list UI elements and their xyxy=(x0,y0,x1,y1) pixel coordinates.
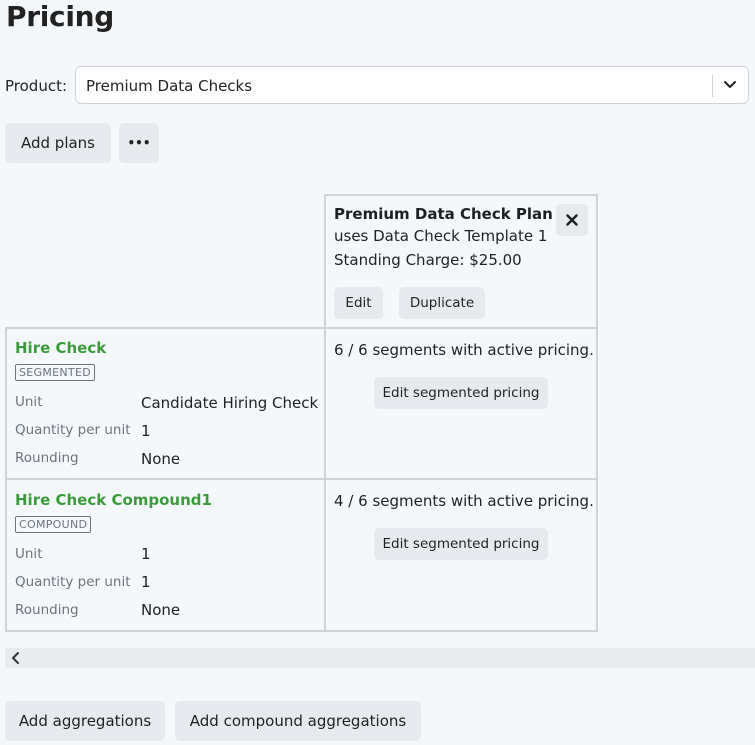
add-aggregations-button[interactable]: Add aggregations xyxy=(5,701,165,741)
product-label: Product: xyxy=(5,77,68,95)
unit-value: 1 xyxy=(141,545,151,563)
aggregation-type-badge: SEGMENTED xyxy=(15,364,95,381)
unit-label: Unit xyxy=(15,546,43,562)
unit-value: Candidate Hiring Check xyxy=(141,394,319,412)
edit-segmented-pricing-button[interactable]: Edit segmented pricing xyxy=(374,528,548,560)
unit-label: Unit xyxy=(15,394,43,410)
grid-border xyxy=(5,327,598,329)
grid-border xyxy=(596,194,598,632)
aggregation-name[interactable]: Hire Check Compound1 xyxy=(15,491,212,509)
product-select[interactable]: Premium Data Checks xyxy=(75,66,749,104)
aggregation-name[interactable]: Hire Check xyxy=(15,339,106,357)
plan-standing-charge: Standing Charge: $25.00 xyxy=(334,251,522,269)
rounding-label: Rounding xyxy=(15,450,79,466)
select-divider xyxy=(712,75,713,97)
horizontal-scrollbar[interactable] xyxy=(5,648,755,668)
grid-border xyxy=(5,478,598,480)
quantity-value: 1 xyxy=(141,573,151,591)
aggregation-type-badge: COMPOUND xyxy=(15,516,92,533)
rounding-value: None xyxy=(141,450,181,468)
more-options-button[interactable]: ••• xyxy=(119,123,159,163)
rounding-label: Rounding xyxy=(15,602,79,618)
plan-template: uses Data Check Template 1 xyxy=(334,227,548,245)
product-select-value: Premium Data Checks xyxy=(86,77,253,95)
close-icon xyxy=(566,214,578,226)
segments-status: 4 / 6 segments with active pricing. xyxy=(334,492,594,510)
duplicate-plan-button[interactable]: Duplicate xyxy=(399,287,485,319)
close-plan-button[interactable] xyxy=(556,204,588,236)
quantity-label: Quantity per unit xyxy=(15,422,131,438)
page-title: Pricing xyxy=(6,0,114,33)
add-plans-button[interactable]: Add plans xyxy=(5,123,111,163)
add-compound-aggregations-button[interactable]: Add compound aggregations xyxy=(175,701,421,741)
grid-border xyxy=(324,194,598,196)
rounding-value: None xyxy=(141,601,181,619)
chevron-down-icon[interactable] xyxy=(720,74,740,96)
segments-status: 6 / 6 segments with active pricing. xyxy=(334,341,594,359)
grid-border xyxy=(324,194,326,632)
chevron-left-icon[interactable] xyxy=(10,651,22,665)
quantity-value: 1 xyxy=(141,422,151,440)
plan-title: Premium Data Check Plan xyxy=(334,205,553,223)
edit-plan-button[interactable]: Edit xyxy=(334,287,383,319)
quantity-label: Quantity per unit xyxy=(15,574,131,590)
grid-border xyxy=(5,630,598,632)
edit-segmented-pricing-button[interactable]: Edit segmented pricing xyxy=(374,377,548,409)
